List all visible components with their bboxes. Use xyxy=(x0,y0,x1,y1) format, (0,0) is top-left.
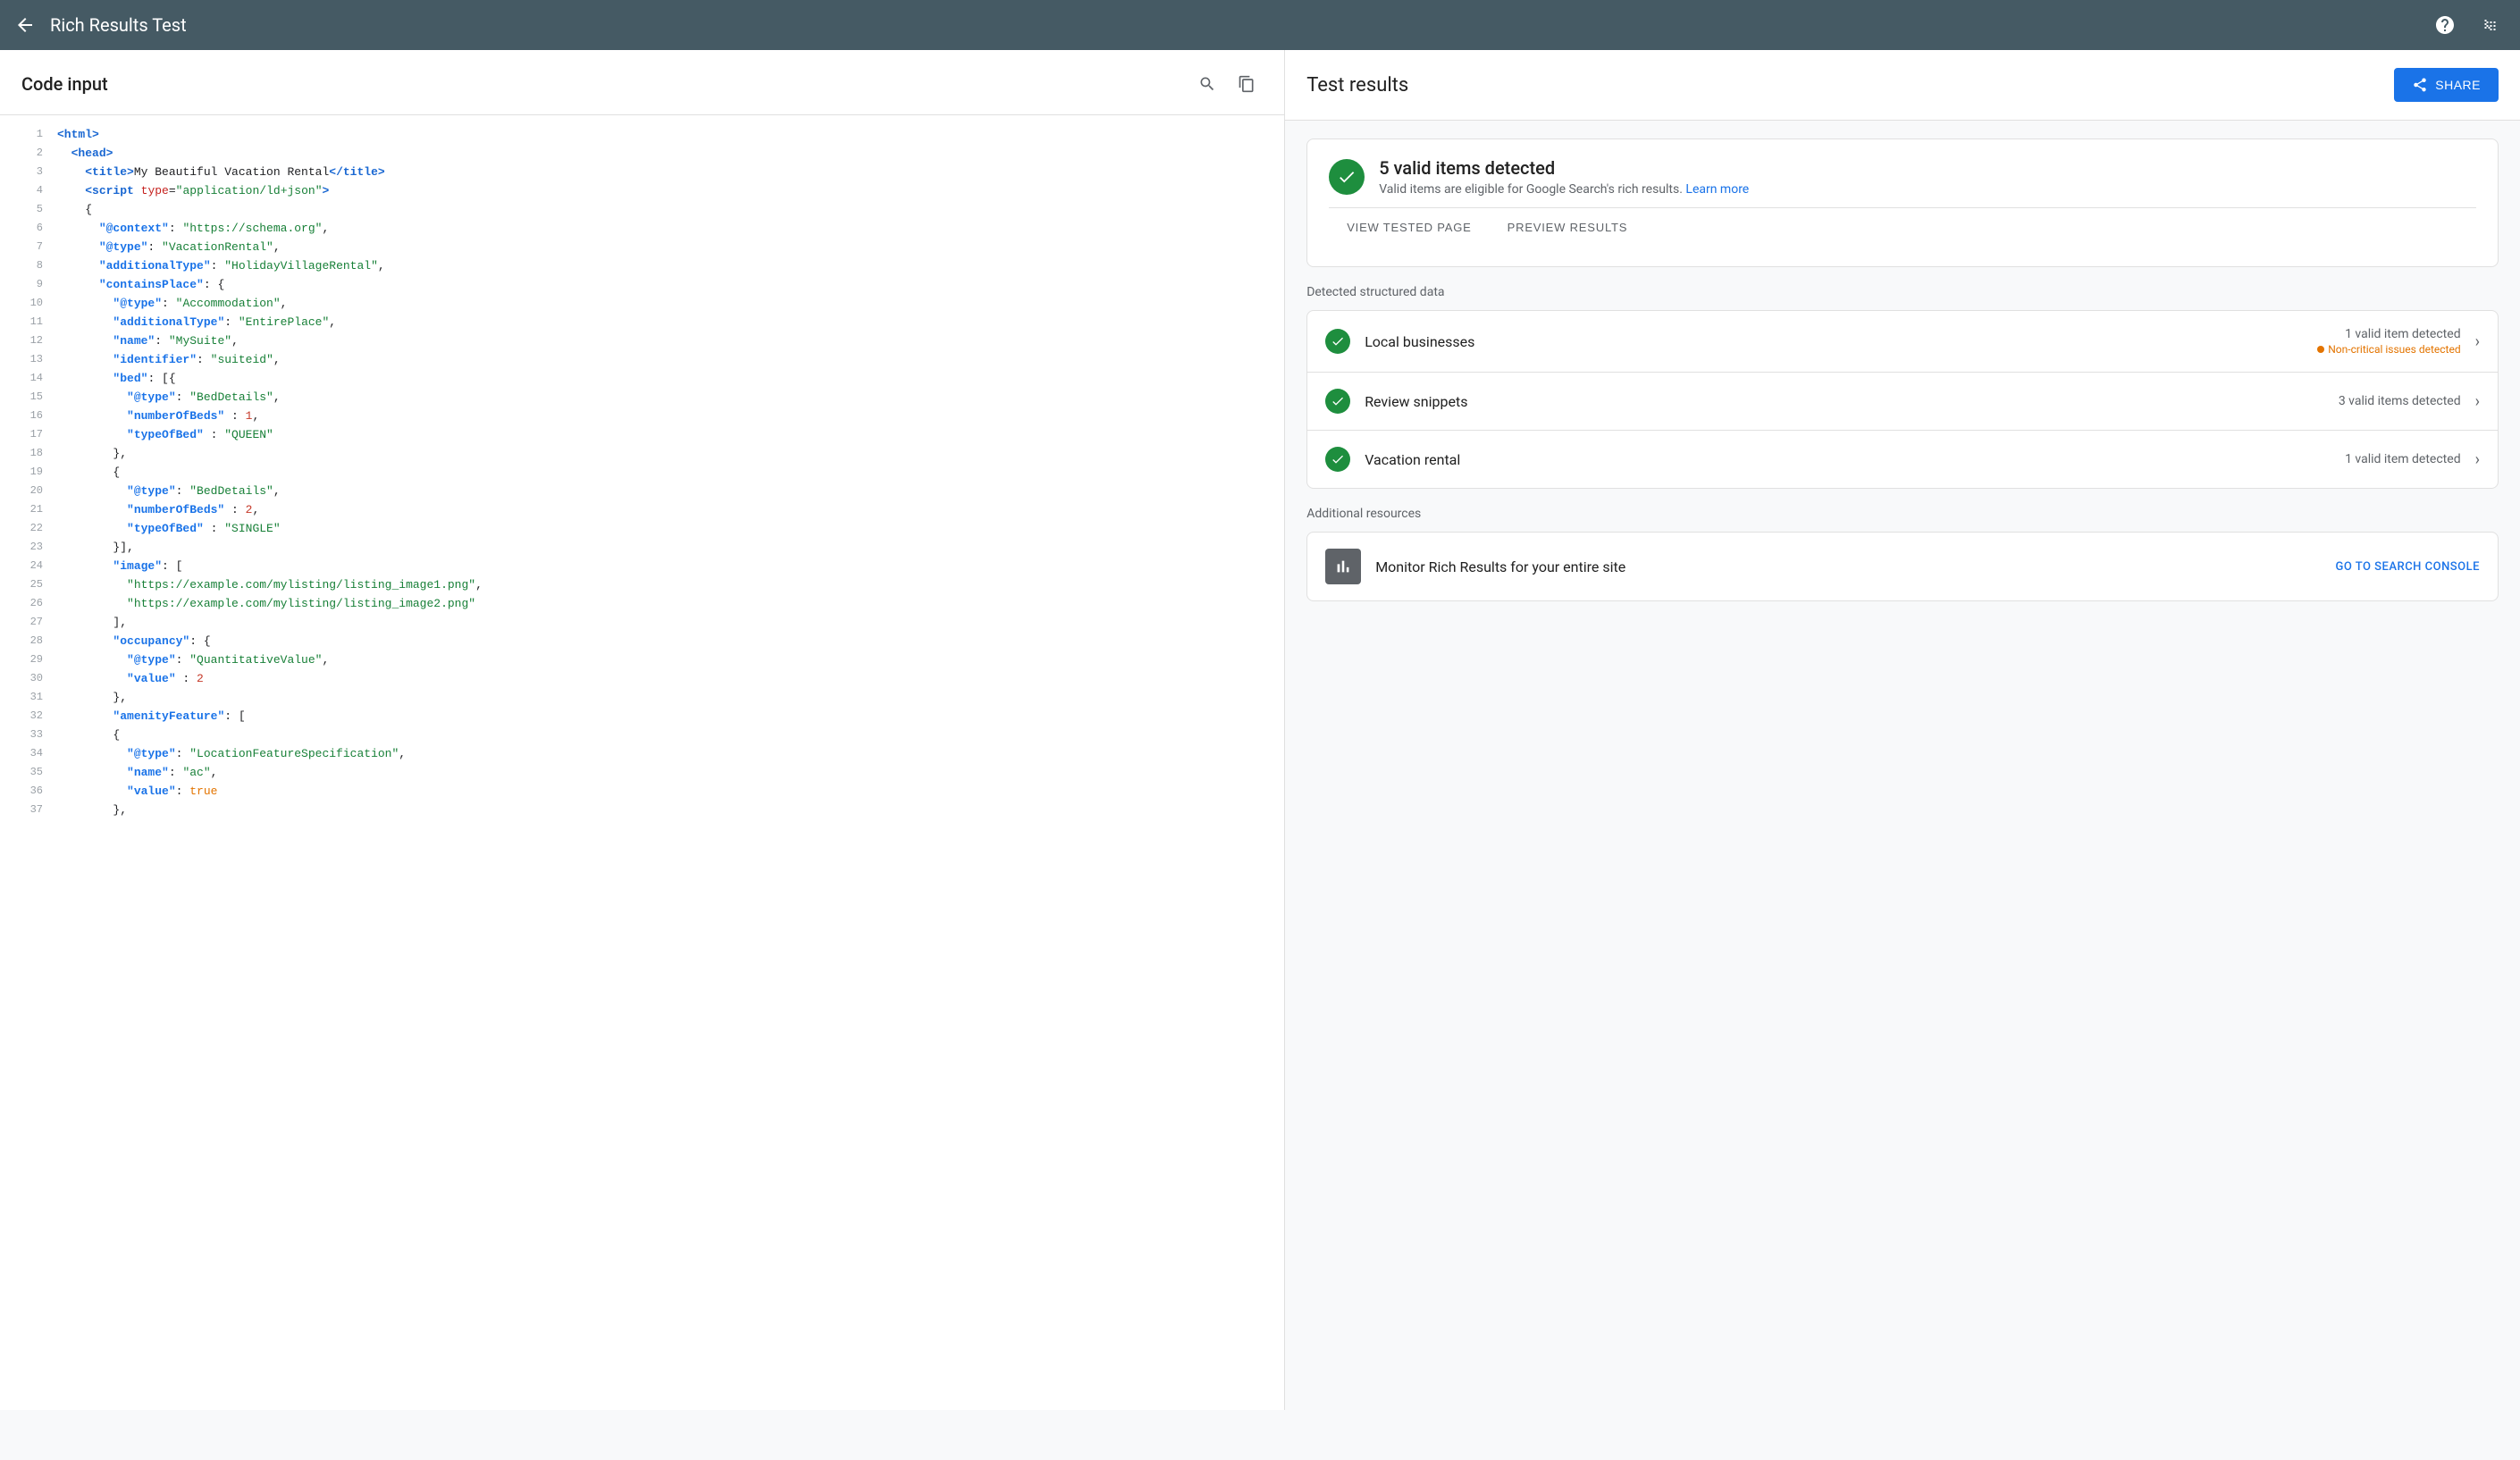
code-line: 30 "value" : 2 xyxy=(0,670,1284,689)
help-button[interactable] xyxy=(2431,11,2459,39)
detected-section-title: Detected structured data xyxy=(1306,285,2499,299)
code-line: 3 <title>My Beautiful Vacation Rental</t… xyxy=(0,164,1284,182)
app-title: Rich Results Test xyxy=(50,14,2416,36)
detected-count-local: 1 valid item detected Non-critical issue… xyxy=(2317,327,2460,356)
valid-count: 5 valid items detected xyxy=(1379,157,1749,179)
code-editor[interactable]: 1 <html> 2 <head> 3 <title>My Beautiful … xyxy=(0,115,1284,1410)
code-line: 2 <head> xyxy=(0,145,1284,164)
topbar-actions xyxy=(2431,11,2506,39)
results-title: Test results xyxy=(1306,74,1408,96)
code-line: 37 }, xyxy=(0,801,1284,820)
code-line: 24 "image": [ xyxy=(0,558,1284,576)
code-line: 19 { xyxy=(0,464,1284,482)
detected-name-local: Local businesses xyxy=(1365,333,2317,350)
learn-more-link[interactable]: Learn more xyxy=(1685,182,1749,197)
code-panel: Code input 1 <html> xyxy=(0,50,1285,1410)
summary-description: Valid items are eligible for Google Sear… xyxy=(1379,182,1749,197)
detected-item-vacation-rental[interactable]: Vacation rental 1 valid item detected › xyxy=(1307,431,2498,488)
code-line: 29 "@type": "QuantitativeValue", xyxy=(0,651,1284,670)
code-panel-header: Code input xyxy=(0,50,1284,115)
code-line: 13 "identifier": "suiteid", xyxy=(0,351,1284,370)
code-line: 17 "typeOfBed" : "QUEEN" xyxy=(0,426,1284,445)
results-panel: Test results SHARE 5 valid it xyxy=(1285,50,2520,1410)
code-line: 34 "@type": "LocationFeatureSpecificatio… xyxy=(0,745,1284,764)
code-line: 4 <script type="application/ld+json"> xyxy=(0,182,1284,201)
apps-button[interactable] xyxy=(2477,11,2506,39)
tab-preview-results[interactable]: PREVIEW RESULTS xyxy=(1490,208,1646,248)
detected-name-review: Review snippets xyxy=(1365,393,2339,410)
code-line: 25 "https://example.com/mylisting/listin… xyxy=(0,576,1284,595)
code-line: 31 }, xyxy=(0,689,1284,708)
resource-name: Monitor Rich Results for your entire sit… xyxy=(1375,558,2335,575)
summary-text: 5 valid items detected Valid items are e… xyxy=(1379,157,1749,197)
chevron-right-icon-3: › xyxy=(2475,450,2480,469)
detected-issue-local: Non-critical issues detected xyxy=(2317,343,2460,356)
code-line: 36 "value": true xyxy=(0,783,1284,801)
code-line: 28 "occupancy": { xyxy=(0,633,1284,651)
code-line: 8 "additionalType": "HolidayVillageRenta… xyxy=(0,257,1284,276)
code-line: 15 "@type": "BedDetails", xyxy=(0,389,1284,407)
go-to-search-console-link[interactable]: GO TO SEARCH CONSOLE xyxy=(2336,560,2481,574)
detected-count-review: 3 valid items detected xyxy=(2339,394,2461,408)
results-body: 5 valid items detected Valid items are e… xyxy=(1285,121,2520,619)
code-line: 12 "name": "MySuite", xyxy=(0,332,1284,351)
code-line: 35 "name": "ac", xyxy=(0,764,1284,783)
code-line: 21 "numberOfBeds" : 2, xyxy=(0,501,1284,520)
summary-tabs: VIEW TESTED PAGE PREVIEW RESULTS xyxy=(1329,208,2476,248)
search-console-icon xyxy=(1325,549,1361,584)
detected-item-review-snippets[interactable]: Review snippets 3 valid items detected › xyxy=(1307,373,2498,431)
resource-item-search-console[interactable]: Monitor Rich Results for your entire sit… xyxy=(1307,533,2498,600)
code-line: 18 }, xyxy=(0,445,1284,464)
code-line: 22 "typeOfBed" : "SINGLE" xyxy=(0,520,1284,539)
copy-button[interactable] xyxy=(1231,68,1263,100)
detected-card: Local businesses 1 valid item detected N… xyxy=(1306,310,2499,489)
summary-top: 5 valid items detected Valid items are e… xyxy=(1329,157,2476,197)
chevron-right-icon-2: › xyxy=(2475,392,2480,411)
resource-card: Monitor Rich Results for your entire sit… xyxy=(1306,532,2499,601)
code-line: 5 { xyxy=(0,201,1284,220)
detected-item-local-businesses[interactable]: Local businesses 1 valid item detected N… xyxy=(1307,311,2498,373)
summary-card: 5 valid items detected Valid items are e… xyxy=(1306,138,2499,267)
code-line: 20 "@type": "BedDetails", xyxy=(0,482,1284,501)
tab-view-tested-page[interactable]: VIEW TESTED PAGE xyxy=(1329,208,1489,248)
code-panel-title: Code input xyxy=(21,73,108,95)
code-line: 7 "@type": "VacationRental", xyxy=(0,239,1284,257)
additional-section-title: Additional resources xyxy=(1306,507,2499,521)
share-button[interactable]: SHARE xyxy=(2394,68,2499,102)
back-button[interactable] xyxy=(14,14,36,36)
topbar: Rich Results Test xyxy=(0,0,2520,50)
code-line: 33 { xyxy=(0,726,1284,745)
code-line: 10 "@type": "Accommodation", xyxy=(0,295,1284,314)
orange-dot-icon xyxy=(2317,346,2324,353)
check-icon-vacation xyxy=(1325,447,1350,472)
code-line: 23 }], xyxy=(0,539,1284,558)
code-line: 1 <html> xyxy=(0,126,1284,145)
results-header: Test results SHARE xyxy=(1285,50,2520,121)
check-icon-review xyxy=(1325,389,1350,414)
valid-icon xyxy=(1329,159,1365,195)
code-line: 32 "amenityFeature": [ xyxy=(0,708,1284,726)
detected-count-vacation: 1 valid item detected xyxy=(2345,452,2461,466)
code-line: 9 "containsPlace": { xyxy=(0,276,1284,295)
search-button[interactable] xyxy=(1191,68,1223,100)
code-line: 16 "numberOfBeds" : 1, xyxy=(0,407,1284,426)
chevron-right-icon: › xyxy=(2475,332,2480,351)
detected-name-vacation: Vacation rental xyxy=(1365,451,2345,468)
code-actions xyxy=(1191,68,1263,100)
main-layout: Code input 1 <html> xyxy=(0,50,2520,1410)
code-line: 11 "additionalType": "EntirePlace", xyxy=(0,314,1284,332)
code-line: 6 "@context": "https://schema.org", xyxy=(0,220,1284,239)
code-line: 26 "https://example.com/mylisting/listin… xyxy=(0,595,1284,614)
check-icon-local xyxy=(1325,329,1350,354)
code-line: 14 "bed": [{ xyxy=(0,370,1284,389)
code-line: 27 ], xyxy=(0,614,1284,633)
